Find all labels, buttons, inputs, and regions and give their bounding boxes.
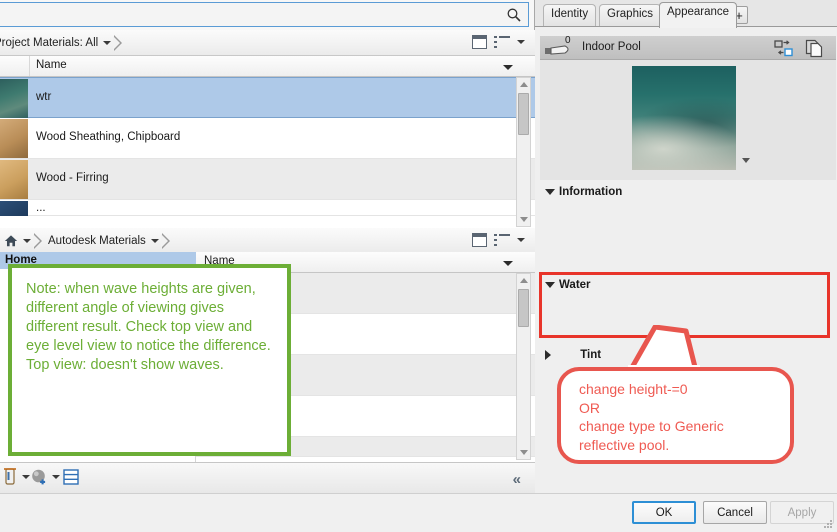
tab-graphics-label: Graphics	[607, 8, 654, 20]
panel-toggle-icon[interactable]	[472, 233, 487, 247]
breadcrumb-autodesk-materials[interactable]: Autodesk Materials	[48, 231, 173, 251]
disclosure-triangle-icon[interactable]	[545, 281, 555, 288]
tab-graphics[interactable]: Graphics	[599, 4, 662, 27]
material-name: Wood - Firring	[36, 172, 109, 184]
chevron-down-icon[interactable]	[103, 41, 112, 45]
chevron-down-icon[interactable]	[52, 475, 60, 479]
apply-button-label: Apply	[787, 506, 817, 519]
annotation-note-green: Note: when wave heights are given, diffe…	[8, 264, 291, 456]
chevron-down-icon[interactable]	[150, 239, 159, 243]
new-material-button[interactable]	[2, 468, 30, 486]
material-preview-swatch[interactable]	[632, 66, 736, 170]
view-options-chevron-down-icon[interactable]	[517, 238, 525, 242]
editor-tabstrip: Identity Graphics Appearance +	[535, 0, 837, 28]
collapse-browser-button[interactable]: «	[513, 471, 521, 488]
view-controls-top[interactable]	[472, 35, 525, 49]
breadcrumb-separator-icon	[160, 231, 173, 251]
home-icon[interactable]	[4, 234, 18, 248]
breadcrumb-separator-icon	[33, 231, 45, 251]
sort-chevron-down-icon[interactable]	[503, 65, 513, 70]
new-asset-button[interactable]	[30, 468, 60, 486]
cancel-button[interactable]: Cancel	[703, 501, 767, 524]
tab-identity[interactable]: Identity	[543, 4, 597, 27]
table-row[interactable]: ...	[0, 200, 535, 216]
list-view-icon[interactable]	[494, 35, 510, 49]
callout-text: change height-=0 OR change type to Gener…	[579, 381, 724, 453]
search-icon[interactable]	[506, 7, 522, 23]
asset-usage-count: 0	[565, 35, 571, 46]
material-name: Wood Sheathing, Chipboard	[36, 131, 181, 143]
scroll-up-button[interactable]	[517, 274, 530, 287]
breadcrumb-autodesk-materials-label: Autodesk Materials	[48, 235, 146, 247]
scroll-down-button[interactable]	[517, 446, 530, 459]
material-preview-area	[540, 60, 836, 180]
disclosure-triangle-icon[interactable]	[545, 188, 555, 195]
sphere-plus-icon[interactable]	[30, 468, 48, 486]
list-view-icon[interactable]	[494, 233, 510, 247]
resize-grip[interactable]	[824, 520, 834, 530]
material-name: ...	[36, 202, 46, 214]
table-row[interactable]: Wood - Firring	[0, 159, 535, 200]
chevron-down-icon[interactable]	[22, 475, 30, 479]
breadcrumb-home[interactable]	[4, 231, 45, 251]
material-thumbnail	[0, 160, 28, 199]
browser-bottom-toolbar: «	[0, 462, 535, 493]
breadcrumb-bar-bottom: Autodesk Materials	[0, 228, 535, 254]
section-header-tint[interactable]: Tint	[545, 349, 601, 361]
home-chevron-down-icon[interactable]	[23, 239, 31, 243]
breadcrumb-project-materials-label: Project Materials: All	[0, 37, 99, 49]
table-row[interactable]: Wood Sheathing, Chipboard	[0, 118, 535, 159]
new-material-icon[interactable]	[2, 468, 18, 486]
material-thumbnail	[0, 119, 28, 158]
section-water-label: Water	[559, 279, 591, 291]
panel-toggle-icon[interactable]	[472, 35, 487, 49]
sort-chevron-down-icon[interactable]	[503, 261, 513, 266]
list-scrollbar-top[interactable]	[516, 77, 531, 227]
view-options-chevron-down-icon[interactable]	[517, 40, 525, 44]
cancel-button-label: Cancel	[717, 506, 753, 519]
section-header-information[interactable]: Information	[545, 186, 622, 198]
table-row[interactable]: wtr	[0, 77, 535, 118]
section-tint-label: Tint	[580, 349, 602, 361]
library-panel-button[interactable]	[62, 468, 80, 489]
column-header-name: Name	[36, 59, 67, 71]
scroll-up-button[interactable]	[517, 78, 530, 91]
material-thumbnail	[0, 201, 28, 216]
breadcrumb-project-materials[interactable]: Project Materials: All	[0, 33, 125, 53]
ok-button[interactable]: OK	[632, 501, 696, 524]
disclosure-triangle-icon[interactable]	[545, 349, 551, 360]
list-scrollbar-bottom[interactable]	[516, 273, 531, 460]
search-input[interactable]	[0, 2, 529, 27]
material-thumbnail	[0, 79, 28, 118]
scrollbar-thumb[interactable]	[518, 93, 529, 135]
breadcrumb-bar-top: Project Materials: All	[0, 30, 535, 56]
annotation-callout-red: change height-=0 OR change type to Gener…	[557, 367, 794, 464]
tab-identity-label: Identity	[551, 8, 589, 20]
section-header-water[interactable]: Water	[545, 279, 591, 291]
material-header-bar: 0 Indoor Pool	[540, 35, 836, 60]
thumbnail-column-header	[0, 56, 30, 76]
breadcrumb-separator-icon	[113, 33, 125, 53]
dialog-footer: OK Cancel Apply	[0, 493, 837, 532]
tab-appearance-label: Appearance	[667, 6, 730, 18]
duplicate-asset-icon[interactable]	[805, 39, 825, 58]
scrollbar-thumb[interactable]	[518, 289, 529, 327]
view-controls-bottom[interactable]	[472, 233, 525, 247]
replace-asset-icon[interactable]	[774, 40, 794, 57]
preview-options-chevron-down-icon[interactable]	[742, 158, 750, 163]
project-materials-list: Name wtr Wood Sheathing, Chipboard Wood …	[0, 56, 535, 228]
material-browser-dialog: Project Materials: All Name wtr Wood She…	[0, 0, 837, 532]
library-panel-icon[interactable]	[62, 468, 80, 486]
section-information-label: Information	[559, 186, 623, 198]
material-header-name: Indoor Pool	[582, 41, 641, 53]
scroll-down-button[interactable]	[517, 213, 530, 226]
tab-appearance[interactable]: Appearance	[659, 2, 738, 28]
ok-button-label: OK	[655, 506, 673, 519]
project-materials-list-header: Name	[0, 56, 535, 77]
material-name: wtr	[36, 91, 52, 103]
